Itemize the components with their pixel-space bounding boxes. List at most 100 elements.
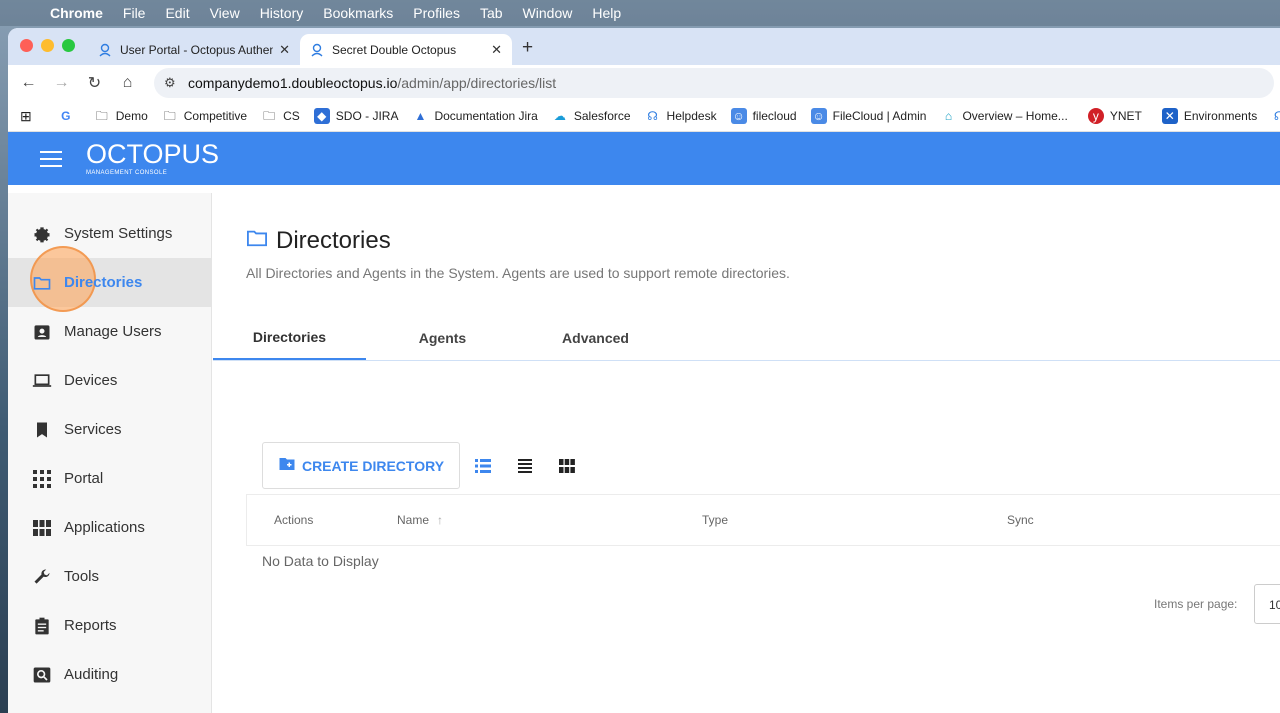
close-window-button[interactable]: [20, 39, 33, 52]
tab-advanced[interactable]: Advanced: [519, 315, 672, 360]
menu-tab[interactable]: Tab: [480, 5, 503, 21]
sidebar-item-system-settings[interactable]: System Settings: [8, 209, 211, 258]
close-tab-icon[interactable]: ✕: [279, 42, 290, 58]
environments-icon: ✕: [1161, 108, 1178, 124]
back-icon[interactable]: ←: [12, 74, 45, 92]
bookmark-google[interactable]: G: [58, 108, 80, 124]
menu-window[interactable]: Window: [523, 5, 573, 21]
bookmarks-bar: ⊞ G 🗀 Demo 🗀 Competitive 🗀 CS ◆ SDO - JIRA ▲…: [8, 101, 1280, 132]
add-folder-icon: [278, 456, 296, 475]
sidebar-item-portal[interactable]: Portal: [8, 454, 211, 503]
page-tabs: Directories Agents Advanced: [213, 315, 1280, 361]
bookmark-label: Helpdesk: [666, 109, 717, 123]
bookmark-filecloud-admin[interactable]: ☺ FileCloud | Admin: [810, 108, 927, 124]
hamburger-menu-icon[interactable]: [40, 150, 62, 167]
tab-directories[interactable]: Directories: [213, 315, 366, 360]
octopus-logo: OCTOPUS MANAGEMENT CONSOLE: [86, 141, 219, 177]
sidebar-item-tools[interactable]: Tools: [8, 552, 211, 601]
bookmark-label: SDO - JIRA: [335, 109, 399, 123]
menu-profiles[interactable]: Profiles: [413, 5, 460, 21]
ynet-icon: y: [1087, 108, 1104, 124]
reload-icon[interactable]: ↻: [78, 73, 111, 93]
main-content: Directories All Directories and Agents i…: [213, 193, 1280, 713]
browser-window: User Portal - Octopus Authen ✕ Secret Do…: [8, 28, 1280, 713]
bookmark-icon: [32, 420, 52, 440]
menu-view[interactable]: View: [210, 5, 240, 21]
zoom-window-button[interactable]: [62, 39, 75, 52]
gear-icon: [32, 224, 52, 244]
address-bar[interactable]: ⚙ companydemo1.doubleoctopus.io/admin/ap…: [154, 68, 1274, 98]
items-per-page-label: Items per page:: [1154, 597, 1238, 611]
column-header-type[interactable]: Type: [702, 513, 728, 527]
bookmark-cs[interactable]: 🗀 CS: [261, 108, 300, 124]
new-tab-icon[interactable]: +: [522, 37, 533, 59]
sidebar-item-auditing[interactable]: Auditing: [8, 650, 211, 699]
bookmark-helpdesk[interactable]: ☊ Helpdesk: [645, 108, 717, 124]
folder-icon: 🗀: [163, 109, 176, 123]
menu-help[interactable]: Help: [592, 5, 621, 21]
table-actions: CREATE DIRECTORY: [262, 442, 578, 489]
page-subtitle: All Directories and Agents in the System…: [246, 265, 790, 281]
bookmark-documentation-jira[interactable]: ▲ Documentation Jira: [412, 108, 538, 124]
bookmark-label: CS: [283, 109, 300, 123]
browser-tab-user-portal[interactable]: User Portal - Octopus Authen ✕: [88, 34, 300, 65]
forward-icon[interactable]: →: [45, 74, 78, 92]
bookmark-label: Environments: [1183, 109, 1258, 123]
folder-icon: [246, 227, 268, 255]
bookmark-label: Competitive: [183, 109, 248, 123]
sidebar-item-directories[interactable]: Directories: [8, 246, 211, 312]
bookmark-overview-home[interactable]: ⌂ Overview – Home...: [940, 108, 1068, 124]
bookmark-sdo-jira[interactable]: ◆ SDO - JIRA: [313, 108, 399, 124]
menu-history[interactable]: History: [260, 5, 304, 21]
sidebar-item-reports[interactable]: Reports: [8, 601, 211, 650]
menu-edit[interactable]: Edit: [165, 5, 189, 21]
google-icon: G: [61, 109, 71, 123]
bookmark-demo[interactable]: 🗀 Demo: [94, 108, 148, 124]
bookmark-filecloud[interactable]: ☺ filecloud: [730, 108, 797, 124]
window-controls: [20, 39, 75, 52]
bookmark-u[interactable]: ☊U: [1271, 108, 1280, 124]
sidebar-item-services[interactable]: Services: [8, 405, 211, 454]
confluence-icon: ▲: [414, 109, 427, 123]
column-header-name[interactable]: Name ↑: [397, 513, 443, 527]
compact-list-view-icon[interactable]: [514, 458, 536, 473]
menu-bookmarks[interactable]: Bookmarks: [323, 5, 393, 21]
octopus-favicon-icon: [98, 43, 112, 57]
list-detail-view-icon[interactable]: [472, 458, 494, 473]
sidebar-item-devices[interactable]: Devices: [8, 356, 211, 405]
grid-view-icon[interactable]: [556, 458, 578, 473]
clipboard-icon: [32, 616, 52, 636]
create-directory-button[interactable]: CREATE DIRECTORY: [262, 442, 460, 489]
bookmark-label: filecloud: [752, 109, 797, 123]
bookmark-salesforce[interactable]: ☁ Salesforce: [552, 108, 631, 124]
bookmark-ynet[interactable]: y YNET: [1087, 108, 1142, 124]
sidebar-item-manage-users[interactable]: Manage Users: [8, 307, 211, 356]
table-header: Actions Name ↑ Type Sync: [246, 494, 1280, 546]
home-icon[interactable]: ⌂: [111, 74, 144, 92]
magnify-icon: [32, 665, 52, 685]
minimize-window-button[interactable]: [41, 39, 54, 52]
bookmark-label: Salesforce: [573, 109, 631, 123]
sidebar-item-label: Devices: [64, 372, 118, 389]
menu-chrome[interactable]: Chrome: [50, 5, 103, 21]
sidebar-item-applications[interactable]: Applications: [8, 503, 211, 552]
sidebar-item-label: Directories: [64, 274, 143, 291]
empty-table-message: No Data to Display: [262, 553, 379, 569]
octopus-icon: ☊: [1273, 109, 1280, 123]
logo-subtitle: MANAGEMENT CONSOLE: [86, 170, 168, 176]
apps-grid-icon[interactable]: ⊞: [20, 108, 32, 125]
bookmark-label: FileCloud | Admin: [832, 109, 927, 123]
sort-arrow-up-icon[interactable]: ↑: [437, 513, 443, 527]
tab-agents[interactable]: Agents: [366, 315, 519, 360]
close-tab-icon[interactable]: ✕: [491, 42, 502, 58]
bookmark-competitive[interactable]: 🗀 Competitive: [162, 108, 247, 124]
bookmark-environments[interactable]: ✕ Environments: [1161, 108, 1258, 124]
menu-file[interactable]: File: [123, 5, 146, 21]
url-host: companydemo1.doubleoctopus.io: [188, 75, 398, 91]
items-per-page-select[interactable]: 10: [1254, 584, 1280, 624]
url-path: /admin/app/directories/list: [397, 75, 557, 91]
browser-tab-secret-double-octopus[interactable]: Secret Double Octopus ✕: [300, 34, 512, 65]
folder-icon: 🗀: [263, 109, 276, 123]
site-settings-icon[interactable]: ⚙: [164, 75, 180, 91]
column-header-sync[interactable]: Sync: [1007, 513, 1034, 527]
